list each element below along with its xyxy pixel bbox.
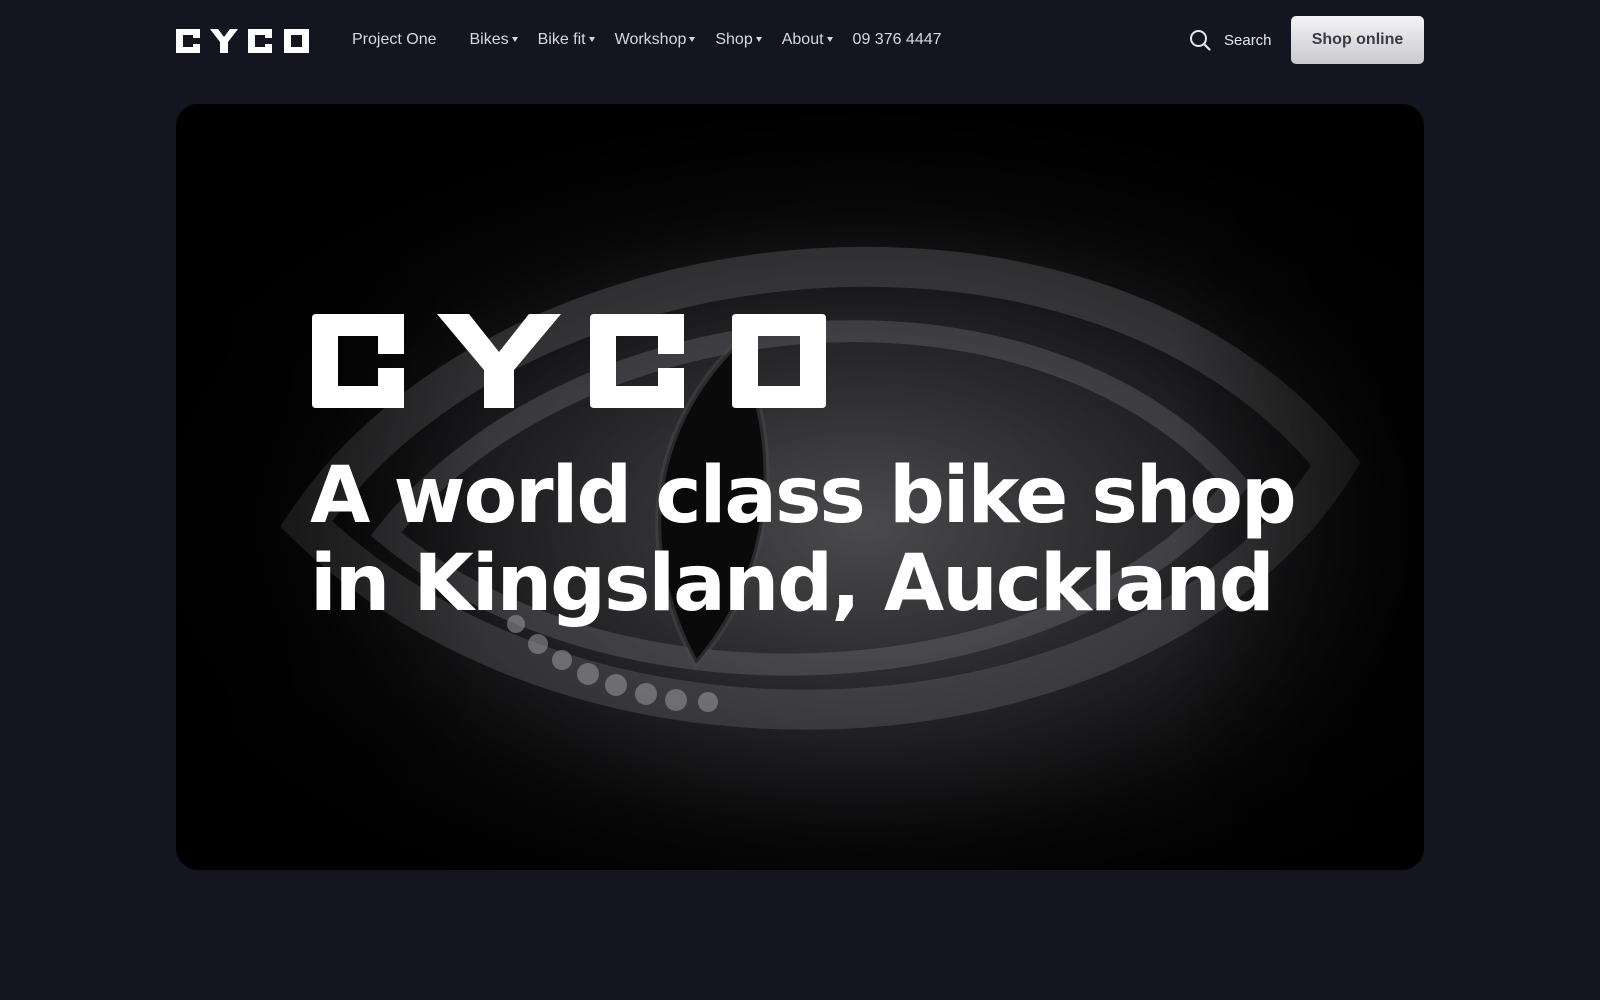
hero-headline: A world class bike shop in Kingsland, Au… <box>310 452 1310 628</box>
caret-down-icon <box>511 36 518 42</box>
phone-number: 09 376 4447 <box>852 31 942 48</box>
search-button[interactable]: Search <box>1188 26 1272 54</box>
headline-line-2: in Kingsland, Auckland <box>310 539 1275 629</box>
hero-banner: A world class bike shop in Kingsland, Au… <box>176 104 1424 870</box>
page: Project One Bikes Bike fit Workshop Shop… <box>0 0 1600 1000</box>
nav-shop[interactable]: Shop <box>715 31 762 49</box>
caret-down-icon <box>755 36 762 42</box>
nav-bike-fit[interactable]: Bike fit <box>538 31 595 49</box>
hero-cyco-logo <box>312 314 826 408</box>
nav-about[interactable]: About <box>782 31 833 49</box>
nav-label: Bike fit <box>537 31 586 48</box>
nav-label: Shop <box>715 31 753 48</box>
search-icon <box>1190 30 1211 51</box>
nav-label: Project One <box>352 31 437 48</box>
caret-down-icon <box>826 36 833 42</box>
nav-phone-link[interactable]: 09 376 4447 <box>853 31 942 49</box>
headline-line-1: A world class bike shop <box>310 451 1297 541</box>
shop-online-button[interactable]: Shop online <box>1291 16 1424 64</box>
main-nav: Project One Bikes Bike fit Workshop Shop… <box>352 0 942 80</box>
nav-workshop[interactable]: Workshop <box>615 31 696 49</box>
nav-label: Bikes <box>469 31 509 48</box>
caret-down-icon <box>588 36 595 42</box>
nav-label: About <box>781 31 824 48</box>
nav-label: Workshop <box>614 31 687 48</box>
caret-down-icon <box>689 36 696 42</box>
nav-project-one[interactable]: Project One <box>352 31 436 49</box>
nav-bikes[interactable]: Bikes <box>469 31 518 49</box>
site-header: Project One Bikes Bike fit Workshop Shop… <box>0 0 1600 80</box>
search-label: Search <box>1224 31 1272 49</box>
cyco-logo[interactable] <box>176 29 309 53</box>
